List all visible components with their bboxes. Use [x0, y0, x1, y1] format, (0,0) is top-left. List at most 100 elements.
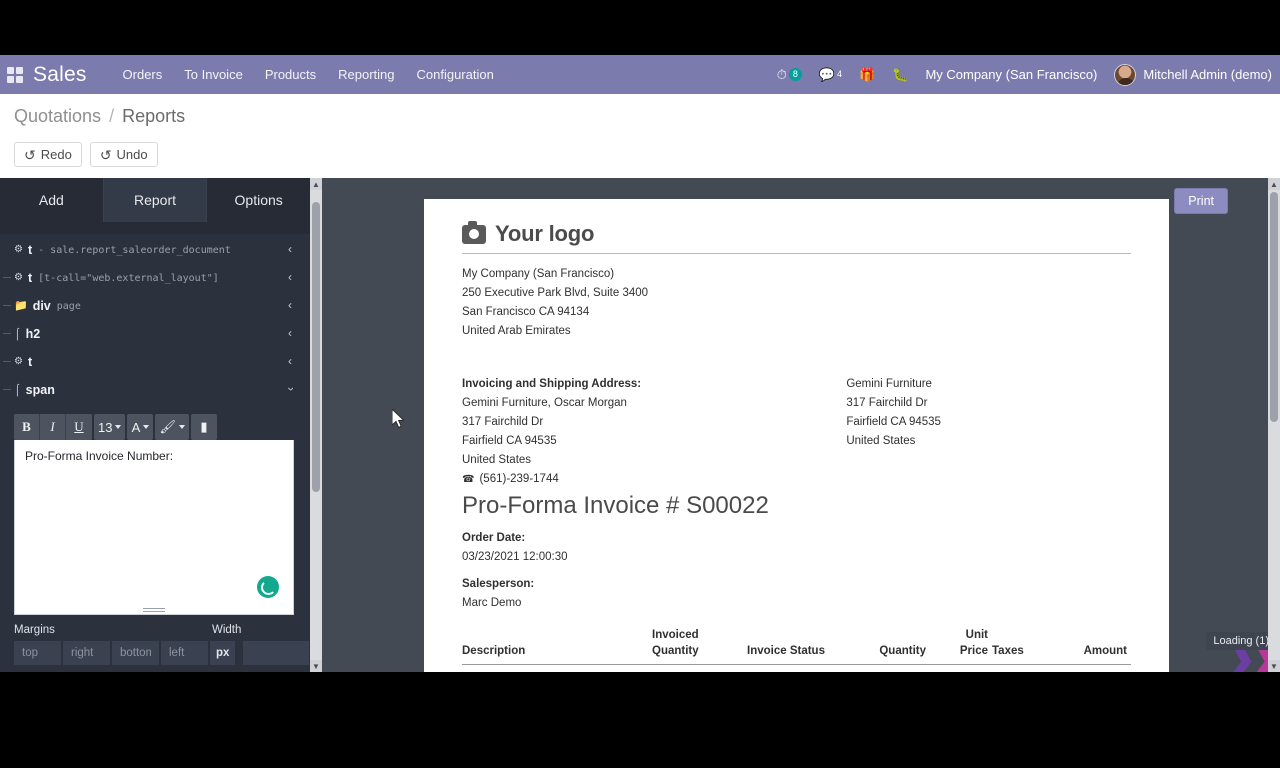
- text-color-glyph: A: [132, 420, 141, 435]
- company-address-line: 250 Executive Park Blvd, Suite 3400: [462, 284, 1131, 303]
- loading-spinner-icon[interactable]: [257, 576, 279, 598]
- scrollbar-thumb[interactable]: [1270, 192, 1278, 422]
- cell-quantity: 10.00: [852, 665, 930, 673]
- chevron-left-icon[interactable]: ‹: [288, 243, 292, 255]
- tree-node-attr: page: [57, 301, 81, 312]
- redo-button[interactable]: ↻ Redo: [14, 142, 82, 167]
- messages-count-badge: 4: [837, 70, 842, 79]
- col-taxes: Taxes: [992, 627, 1052, 665]
- editor-content-area[interactable]: Pro-Forma Invoice Number:: [14, 440, 294, 615]
- logo-block: Your logo: [462, 221, 1131, 247]
- tab-report[interactable]: Report: [104, 178, 208, 222]
- nav-item-orders[interactable]: Orders: [123, 67, 163, 82]
- tree-node-attr: [t-call="web.external_layout"]: [38, 273, 219, 284]
- print-button[interactable]: Print: [1174, 188, 1228, 214]
- tree-line: [3, 277, 11, 278]
- margin-top-input[interactable]: [14, 641, 61, 665]
- partner-address-block: Gemini Furniture 317 Fairchild Dr Fairfi…: [846, 375, 1131, 489]
- chevron-down-icon[interactable]: ‹: [284, 387, 296, 391]
- resize-grip-icon[interactable]: [143, 606, 165, 612]
- clock-activity-icon[interactable]: ⏱8: [777, 68, 802, 81]
- tree-node-t-external-layout[interactable]: ⚙ t [t-call="web.external_layout"] ‹: [0, 264, 310, 292]
- company-switcher[interactable]: My Company (San Francisco): [925, 67, 1097, 82]
- cell-invoiced-quantity: 0.00: [652, 665, 747, 673]
- italic-button[interactable]: I: [40, 414, 66, 440]
- apps-grid-icon[interactable]: [7, 67, 23, 83]
- tree-node-h2[interactable]: ⌠ h2 ‹: [0, 320, 310, 348]
- width-input[interactable]: [243, 641, 309, 665]
- col-amount-line2: Amount: [1052, 643, 1127, 659]
- bold-button[interactable]: B: [14, 414, 40, 440]
- camera-placeholder-icon: [462, 225, 486, 244]
- tree-node-t-inner[interactable]: ⚙ t ‹: [0, 348, 310, 376]
- subheader: Quotations / Reports ↻ Redo ↺ Undo: [0, 94, 1280, 178]
- nav-item-reporting[interactable]: Reporting: [338, 67, 394, 82]
- report-paper: Your logo My Company (San Francisco) 250…: [424, 199, 1169, 672]
- app-brand-sales[interactable]: Sales: [33, 63, 87, 87]
- eraser-icon[interactable]: ▮: [191, 414, 217, 440]
- scroll-up-icon[interactable]: ▲: [1268, 178, 1280, 190]
- nav-item-configuration[interactable]: Configuration: [417, 67, 494, 82]
- invoicing-address-line: United States: [462, 451, 846, 470]
- undo-button[interactable]: ↺ Undo: [90, 142, 158, 167]
- margin-left-input[interactable]: [161, 641, 208, 665]
- editor-history-buttons: ↻ Redo ↺ Undo: [14, 142, 158, 167]
- invoicing-address-label: Invoicing and Shipping Address:: [462, 375, 846, 394]
- margins-label: Margins: [14, 624, 212, 636]
- underline-button[interactable]: U: [66, 414, 92, 440]
- breadcrumb-current: Reports: [122, 106, 185, 126]
- invoicing-address-line: Fairfield CA 94535: [462, 432, 846, 451]
- margin-right-input[interactable]: [63, 641, 110, 665]
- user-menu[interactable]: Mitchell Admin (demo): [1114, 64, 1272, 86]
- tab-add[interactable]: Add: [0, 178, 104, 222]
- scroll-down-icon[interactable]: ▼: [310, 660, 322, 672]
- col-description-line2: Description: [462, 643, 648, 659]
- scrollbar-thumb[interactable]: [312, 202, 320, 492]
- left-panel-scrollbar[interactable]: ▲ ▼: [310, 178, 322, 672]
- table-body: [FURN_6666] Acoustic Bloc 0.00 Nothing t…: [462, 665, 1131, 673]
- order-date-label: Order Date:: [462, 529, 1131, 548]
- tree-node-div-page[interactable]: 📁 div page ‹: [0, 292, 310, 320]
- col-amount: Amount: [1052, 627, 1131, 665]
- tree-node-span-selected[interactable]: ⌠ span ‹: [0, 376, 310, 404]
- phone-row: ☎ (561)-239-1744: [462, 470, 846, 489]
- redo-arrow-icon: ↻: [24, 148, 36, 162]
- col-unit-price-line1: Unit: [930, 627, 988, 643]
- tree-line: [3, 389, 11, 390]
- cell-invoice-status: Nothing to: [747, 665, 852, 673]
- breadcrumb-root[interactable]: Quotations: [14, 106, 101, 126]
- chevron-left-icon[interactable]: ‹: [288, 327, 292, 339]
- italic-glyph: I: [50, 419, 54, 435]
- cell-unit-price: 2,950.00: [930, 665, 992, 673]
- chevron-left-icon[interactable]: ‹: [288, 355, 292, 367]
- panel-tab-gap: [0, 222, 310, 234]
- editor-content-text: Pro-Forma Invoice Number:: [25, 449, 283, 463]
- tab-options[interactable]: Options: [207, 178, 310, 222]
- nav-item-products[interactable]: Products: [265, 67, 316, 82]
- scroll-down-icon[interactable]: ▼: [1268, 660, 1280, 672]
- company-address-block: My Company (San Francisco) 250 Executive…: [462, 265, 1131, 341]
- tree-node-t-saleorder[interactable]: ⚙ t - sale.report_saleorder_document ‹: [0, 236, 310, 264]
- main-scrollbar[interactable]: ▲ ▼: [1268, 178, 1280, 672]
- invoicing-address-line: Gemini Furniture, Oscar Morgan: [462, 394, 846, 413]
- toolbar-group-clear: ▮: [191, 414, 217, 440]
- user-name-label: Mitchell Admin (demo): [1143, 67, 1272, 82]
- chevron-down-icon: [179, 425, 185, 429]
- margin-bottom-input[interactable]: [112, 641, 159, 665]
- chat-bubble-icon[interactable]: 💬4: [819, 68, 842, 81]
- text-color-dropdown[interactable]: A: [127, 414, 153, 440]
- col-invoice-status: Invoice Status: [747, 627, 852, 665]
- tree-node-tag: t: [28, 355, 32, 369]
- chevron-left-icon[interactable]: ‹: [288, 271, 292, 283]
- scroll-up-icon[interactable]: ▲: [310, 178, 322, 190]
- bug-icon[interactable]: 🐛: [892, 68, 908, 81]
- col-invoiced-quantity-line1: Invoiced: [652, 627, 743, 643]
- nav-item-to-invoice[interactable]: To Invoice: [184, 67, 243, 82]
- paint-brush-icon[interactable]: 🖌: [155, 414, 189, 440]
- chevron-left-icon[interactable]: ‹: [288, 299, 292, 311]
- font-size-dropdown[interactable]: 13: [94, 414, 125, 440]
- letterbox-top: [0, 0, 1280, 55]
- toolbar-group-fontsize: 13: [94, 414, 125, 440]
- gift-icon[interactable]: 🎁: [859, 68, 875, 81]
- table-row[interactable]: [FURN_6666] Acoustic Bloc 0.00 Nothing t…: [462, 665, 1131, 673]
